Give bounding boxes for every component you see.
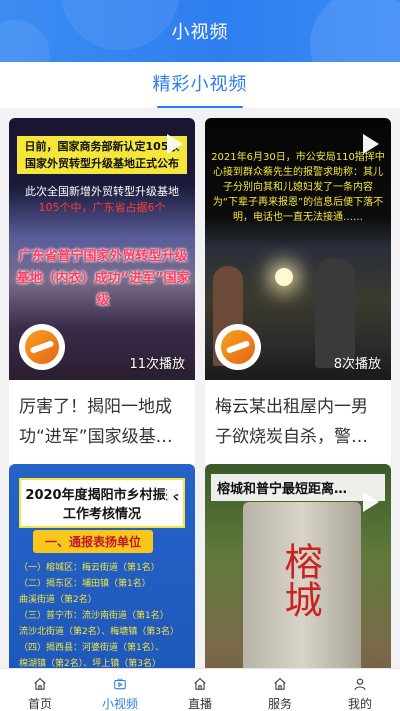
play-count: 8次播放 [333,357,381,372]
play-count: 11次播放 [129,357,185,372]
stone-inscription: 榕城 [278,542,322,618]
thumbnail-subtext: 此次全国新增外贸转型升级基地 105个中，广东省占据6个 [25,185,179,214]
play-icon[interactable] [167,134,183,154]
thumbnail-banner: 2020年度揭阳市乡村振兴工作考核情况 [19,478,185,528]
channel-logo [19,324,65,370]
tab-service[interactable]: 服务 [240,669,320,711]
video-card[interactable]: 日前，国家商务部新认定105家国家外贸转型升级基地正式公布 此次全国新增外贸转型… [9,118,195,468]
thumbnail-sub-banner: 一、通报表扬单位 [33,530,153,553]
thumbnail-title-text: 广东省普宁国家外贸转型升级基地（内衣）成功“进军”国家级 [16,249,190,308]
profile-icon [354,678,366,691]
tab-profile-label: 我的 [347,697,372,711]
video-card[interactable]: 2021年6月30日，市公安局110指挥中心接到群众蔡先生的报警求助称：其儿子分… [205,118,391,468]
video-card[interactable]: 榕城 榕城和普宁最短距离… [205,464,391,668]
header-decoration [60,0,180,50]
tab-short-video[interactable]: 小视频 [80,669,160,711]
subtab-bar: 精彩小视频 [0,62,400,109]
tab-live[interactable]: 直播 [160,669,240,711]
tab-featured-videos[interactable]: 精彩小视频 [152,70,248,109]
bottom-tab-bar: 首页 小视频 直播 服务 我的 [0,668,400,711]
header-decoration [0,20,50,62]
tab-profile[interactable]: 我的 [320,669,400,711]
thumbnail-text: 2021年6月30日，市公安局110指挥中心接到群众蔡先生的报警求助称：其儿子分… [211,152,385,223]
video-thumbnail[interactable]: 2020年度揭阳市乡村振兴工作考核情况 一、通报表扬单位 （一）榕城区：梅云街道… [9,464,195,668]
tab-home-label: 首页 [27,697,52,711]
channel-logo [215,324,261,370]
service-icon [274,678,286,690]
tab-live-label: 直播 [187,697,212,711]
thumbnail-list: （一）榕城区：梅云街道（第1名） （二）揭东区：埔田镇（第1名） 曲溪街道（第2… [19,563,179,668]
play-icon[interactable] [167,480,183,500]
video-thumbnail[interactable]: 榕城 榕城和普宁最短距离… [205,464,391,668]
video-thumbnail[interactable]: 日前，国家商务部新认定105家国家外贸转型升级基地正式公布 此次全国新增外贸转型… [9,118,195,380]
video-card[interactable]: 2020年度揭阳市乡村振兴工作考核情况 一、通报表扬单位 （一）榕城区：梅云街道… [9,464,195,668]
play-icon[interactable] [363,492,379,512]
video-caption[interactable]: 厉害了！揭阳一地成功“进军”国家级基… [9,380,195,468]
video-thumbnail[interactable]: 2021年6月30日，市公安局110指挥中心接到群众蔡先生的报警求助称：其儿子分… [205,118,391,380]
video-icon [114,678,126,690]
video-caption[interactable]: 梅云某出租屋内一男子欲烧炭自杀，警… [205,380,391,468]
boundary-stone: 榕城 [243,502,361,668]
tab-short-video-label: 小视频 [101,697,138,711]
video-grid: 日前，国家商务部新认定105家国家外贸转型升级基地正式公布 此次全国新增外贸转型… [0,108,400,668]
person-silhouette [315,258,355,368]
play-icon[interactable] [363,134,379,154]
tab-home[interactable]: 首页 [0,669,80,711]
thumbnail-headline: 日前，国家商务部新认定105家国家外贸转型升级基地正式公布 [17,136,187,174]
page-title: 小视频 [171,22,229,43]
light-glow [275,268,293,286]
home-icon [34,678,46,690]
live-icon [194,678,206,690]
header-bar: 小视频 [0,0,400,62]
header-decoration [310,0,400,62]
tab-featured-videos-label: 精彩小视频 [152,74,248,95]
tab-service-label: 服务 [267,697,292,711]
thumbnail-banner: 榕城和普宁最短距离… [211,474,385,501]
